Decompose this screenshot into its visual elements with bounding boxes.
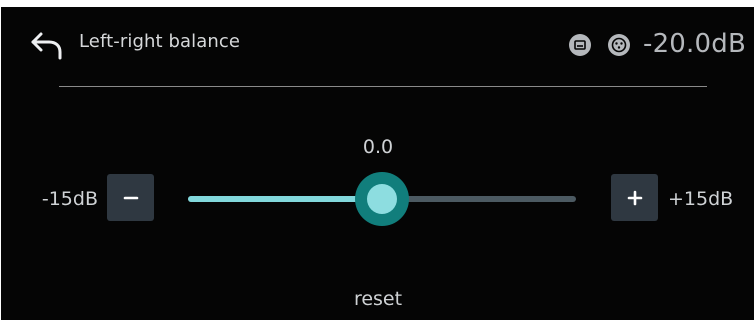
reset-button[interactable]: reset (1, 286, 754, 312)
max-label: +15dB (668, 188, 734, 210)
plus-icon (627, 190, 642, 205)
header-divider (59, 86, 707, 87)
increase-button[interactable] (611, 174, 658, 221)
slider-thumb-core (367, 184, 397, 214)
input-icon (568, 33, 592, 57)
minus-icon (123, 196, 138, 199)
balance-value: 0.0 (362, 136, 394, 158)
balance-panel: Left-right balance -20.0dB 0.0 -15dB +15… (1, 7, 754, 320)
min-label: -15dB (41, 188, 98, 210)
slider-track-fill (188, 196, 382, 202)
balance-slider[interactable] (188, 172, 576, 226)
back-button[interactable] (26, 28, 68, 62)
back-arrow-icon (31, 32, 62, 60)
page-title: Left-right balance (79, 31, 241, 52)
decrease-button[interactable] (107, 174, 154, 221)
xlr-connector-icon (607, 33, 631, 57)
slider-thumb[interactable] (355, 172, 409, 226)
output-level-readout: -20.0dB (642, 29, 746, 59)
